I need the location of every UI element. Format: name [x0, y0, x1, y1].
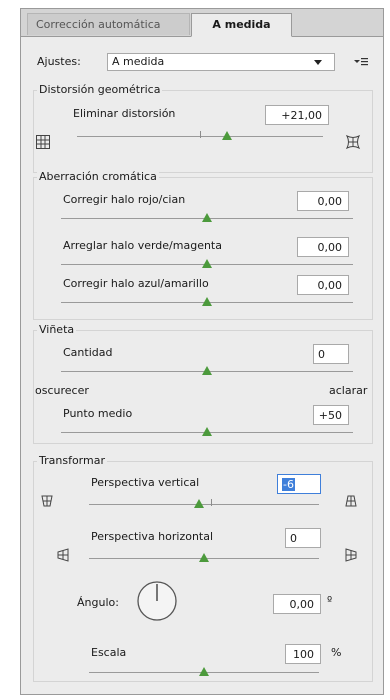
vertical-perspective-right-icon [343, 493, 359, 509]
slider-thumb[interactable] [199, 667, 209, 676]
slider-thumb[interactable] [202, 427, 212, 436]
vignette-amount-slider[interactable] [61, 364, 353, 378]
slider-thumb[interactable] [202, 366, 212, 375]
slider-thumb[interactable] [202, 213, 212, 222]
horizontal-perspective-label: Perspectiva horizontal [91, 530, 214, 543]
red-cyan-field[interactable]: 0,00 [297, 191, 349, 211]
slider-thumb[interactable] [194, 499, 205, 508]
slider-thumb[interactable] [202, 297, 212, 306]
geometric-distortion-title: Distorsión geométrica [37, 83, 163, 96]
lighten-label: aclarar [329, 384, 368, 397]
tab-bar: Corrección automática A medida [21, 9, 383, 37]
midpoint-field[interactable]: +50 [313, 405, 349, 425]
horizontal-perspective-left-icon [55, 547, 71, 563]
panel-menu-icon[interactable] [353, 55, 369, 69]
remove-distortion-field[interactable]: +21,00 [265, 105, 329, 125]
slider-thumb[interactable] [199, 553, 209, 562]
slider-thumb[interactable] [202, 259, 212, 268]
scale-slider[interactable] [89, 665, 319, 679]
blue-yellow-field[interactable]: 0,00 [297, 275, 349, 295]
transform-group [33, 461, 373, 682]
red-cyan-slider[interactable] [61, 211, 353, 225]
vignette-title: Viñeta [37, 323, 77, 336]
vertical-perspective-label: Perspectiva vertical [91, 476, 200, 489]
scale-unit: % [331, 646, 342, 659]
darken-label: oscurecer [35, 384, 89, 397]
chevron-down-icon [314, 60, 322, 65]
midpoint-slider[interactable] [61, 425, 353, 439]
green-magenta-slider[interactable] [61, 257, 353, 271]
slider-center-tick [200, 131, 201, 138]
green-magenta-field[interactable]: 0,00 [297, 237, 349, 257]
settings-select-value: A medida [112, 55, 165, 68]
settings-label: Ajustes: [37, 55, 81, 68]
slider-thumb[interactable] [222, 131, 233, 140]
angle-label: Ángulo: [77, 596, 119, 609]
horizontal-perspective-field[interactable]: 0 [285, 528, 321, 548]
green-magenta-label: Arreglar halo verde/magenta [63, 239, 222, 252]
horizontal-perspective-right-icon [343, 547, 359, 563]
scale-label: Escala [91, 646, 127, 659]
slider-center-tick [211, 499, 212, 506]
tab-auto-correction[interactable]: Corrección automática [27, 13, 190, 35]
vignette-amount-field[interactable]: 0 [313, 344, 349, 364]
settings-select[interactable]: A medida [107, 53, 335, 71]
blue-yellow-slider[interactable] [61, 295, 353, 309]
vertical-perspective-slider[interactable] [89, 497, 319, 511]
blue-yellow-label: Corregir halo azul/amarillo [63, 277, 209, 290]
transform-title: Transformar [37, 454, 107, 467]
remove-distortion-label: Eliminar distorsión [73, 107, 176, 120]
vignette-amount-label: Cantidad [63, 346, 113, 359]
scale-field[interactable]: 100 [285, 644, 321, 664]
red-cyan-label: Corregir halo rojo/cian [63, 193, 186, 206]
vertical-perspective-left-icon [39, 493, 55, 509]
barrel-grid-icon [345, 134, 361, 150]
vertical-perspective-value: -6 [282, 478, 295, 491]
angle-unit: º [327, 594, 333, 607]
lens-correction-panel: Corrección automática A medida Ajustes: … [20, 8, 384, 695]
angle-field[interactable]: 0,00 [273, 594, 321, 614]
tab-custom[interactable]: A medida [191, 13, 292, 37]
pincushion-grid-icon [35, 134, 51, 150]
chromatic-aberration-title: Aberración cromática [37, 170, 159, 183]
vertical-perspective-field[interactable]: -6 [277, 474, 321, 494]
horizontal-perspective-slider[interactable] [89, 551, 319, 565]
midpoint-label: Punto medio [63, 407, 133, 420]
angle-dial[interactable] [135, 579, 179, 623]
remove-distortion-slider[interactable] [77, 129, 323, 143]
